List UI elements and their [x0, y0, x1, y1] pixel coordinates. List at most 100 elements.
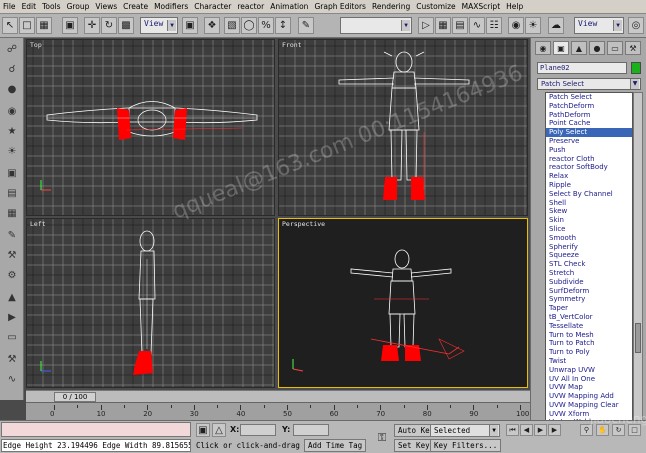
bind-space-warp-icon[interactable]: ●: [3, 82, 21, 97]
menu-maxscript[interactable]: MAXScript: [459, 0, 504, 14]
light-icon[interactable]: ☀: [3, 144, 21, 159]
modifier-item[interactable]: Subdivide: [546, 278, 632, 287]
modifier-item[interactable]: Poly Select: [546, 128, 632, 137]
snap-3d-icon[interactable]: ▧: [224, 17, 240, 34]
modifier-item[interactable]: Twist: [546, 357, 632, 366]
box-icon[interactable]: ▣: [3, 166, 21, 181]
next-frame-icon[interactable]: ▶: [548, 424, 561, 436]
align-icon[interactable]: ▦: [435, 17, 451, 34]
modifier-item[interactable]: Turn to Poly: [546, 348, 632, 357]
modifier-item[interactable]: Symmetry: [546, 295, 632, 304]
pivot-icon[interactable]: ▣: [182, 17, 198, 34]
menu-modifiers[interactable]: Modifiers: [151, 0, 191, 14]
maximize-viewport-icon[interactable]: □: [628, 424, 641, 436]
camera-icon[interactable]: ▤: [3, 186, 21, 201]
viewport-front[interactable]: Front: [278, 39, 528, 216]
modifier-list[interactable]: Patch Select PatchDeform PathDeform Point C…: [545, 92, 633, 442]
y-coordinate-field[interactable]: [293, 424, 329, 436]
object-color-swatch[interactable]: [631, 62, 641, 74]
modifier-list-dropdown[interactable]: Patch Select ▼: [537, 78, 641, 90]
render-last-icon[interactable]: ◎: [628, 17, 644, 34]
modifier-item[interactable]: Stretch: [546, 269, 632, 278]
link-icon[interactable]: ☍: [3, 42, 21, 57]
add-time-tag-button[interactable]: Add Time Tag: [304, 439, 367, 452]
modifier-item[interactable]: UVW Map: [546, 383, 632, 392]
key-icon[interactable]: ⚿: [372, 429, 392, 447]
pan-icon[interactable]: ✋: [596, 424, 609, 436]
menu-reactor[interactable]: reactor: [234, 0, 267, 14]
key-filters-button[interactable]: Key Filters...: [430, 439, 502, 452]
modify-tab-icon[interactable]: ▣: [553, 41, 569, 55]
quick-render-icon[interactable]: ☁: [548, 17, 564, 34]
viewport-label[interactable]: Perspective: [282, 220, 325, 228]
layer-manager-icon[interactable]: ▤: [452, 17, 468, 34]
motion-icon[interactable]: ▶: [3, 310, 21, 325]
modifier-item[interactable]: PathDeform: [546, 111, 632, 120]
motion-tab-icon[interactable]: ●: [589, 41, 605, 55]
named-selection-sets-dropdown[interactable]: ▼: [340, 17, 412, 34]
orbit-icon[interactable]: ↻: [612, 424, 625, 436]
time-slider-knob[interactable]: 0 / 100: [54, 392, 96, 402]
prev-frame-icon[interactable]: ◀: [520, 424, 533, 436]
schematic-view-icon[interactable]: ☷: [486, 17, 502, 34]
select-by-name-icon[interactable]: ▦: [36, 17, 52, 34]
curve-icon[interactable]: ∿: [3, 372, 21, 387]
viewport-top[interactable]: Top: [26, 39, 275, 216]
modifier-item[interactable]: Skew: [546, 207, 632, 216]
modifier-item[interactable]: UVW Mapping Add: [546, 392, 632, 401]
utilities-tab-icon[interactable]: ⚒: [625, 41, 641, 55]
modifier-item[interactable]: Preserve: [546, 137, 632, 146]
brush-icon[interactable]: ✎: [3, 228, 21, 243]
unlink-icon[interactable]: ☌: [3, 62, 21, 77]
modifier-item[interactable]: Turn to Mesh: [546, 331, 632, 340]
modifier-item[interactable]: Skin: [546, 216, 632, 225]
viewport-label[interactable]: Front: [282, 41, 302, 49]
spinner-snap-icon[interactable]: ↕: [275, 17, 291, 34]
modifier-item[interactable]: Spherify: [546, 243, 632, 252]
hierarchy-icon[interactable]: ▲: [3, 290, 21, 305]
select-window-icon[interactable]: ▣: [62, 17, 78, 34]
create-tab-icon[interactable]: ◉: [535, 41, 551, 55]
star-icon[interactable]: ★: [3, 124, 21, 139]
menu-rendering[interactable]: Rendering: [369, 0, 413, 14]
material-editor-icon[interactable]: ◉: [508, 17, 524, 34]
modifier-item[interactable]: reactor SoftBody: [546, 163, 632, 172]
modifier-item[interactable]: UV All In One: [546, 375, 632, 384]
menu-tools[interactable]: Tools: [39, 0, 63, 14]
utilities-icon[interactable]: ⚒: [3, 352, 21, 367]
menu-graph-editors[interactable]: Graph Editors: [311, 0, 369, 14]
move-icon[interactable]: ✛: [84, 17, 100, 34]
display-icon[interactable]: ▭: [3, 330, 21, 345]
gear-icon[interactable]: ⚙: [3, 268, 21, 283]
modifier-item[interactable]: Push: [546, 146, 632, 155]
object-name-field[interactable]: Plane02: [537, 62, 627, 74]
menu-views[interactable]: Views: [92, 0, 120, 14]
hierarchy-tab-icon[interactable]: ▲: [571, 41, 587, 55]
modifier-item[interactable]: UVW Mapping Clear: [546, 401, 632, 410]
menu-group[interactable]: Group: [64, 0, 93, 14]
scale-icon[interactable]: ▩: [118, 17, 134, 34]
modifier-item[interactable]: Select By Channel: [546, 190, 632, 199]
modifier-item[interactable]: Squeeze: [546, 251, 632, 260]
modifier-item[interactable]: Taper: [546, 304, 632, 313]
modifier-item[interactable]: Patch Select: [546, 93, 632, 102]
modifier-item[interactable]: Tessellate: [546, 322, 632, 331]
modifier-item[interactable]: UVW Xform: [546, 410, 632, 419]
modifier-item[interactable]: Smooth: [546, 234, 632, 243]
viewport-left[interactable]: Left: [26, 218, 275, 388]
menu-character[interactable]: Character: [191, 0, 234, 14]
modifier-item[interactable]: Unwrap UVW: [546, 366, 632, 375]
menu-file[interactable]: File: [0, 0, 19, 14]
modifier-item[interactable]: Relax: [546, 172, 632, 181]
scrollbar-thumb[interactable]: [635, 323, 641, 353]
goto-start-icon[interactable]: ⏮: [506, 424, 519, 436]
x-coordinate-field[interactable]: [240, 424, 276, 436]
percent-snap-icon[interactable]: %: [258, 17, 274, 34]
viewport-label[interactable]: Left: [30, 220, 46, 228]
modifier-item[interactable]: Shell: [546, 199, 632, 208]
modifier-list-scrollbar[interactable]: [633, 92, 643, 442]
modifier-item[interactable]: tB_VertColor: [546, 313, 632, 322]
select-region-icon[interactable]: □: [19, 17, 35, 34]
rotate-icon[interactable]: ↻: [101, 17, 117, 34]
modifier-item[interactable]: STL Check: [546, 260, 632, 269]
